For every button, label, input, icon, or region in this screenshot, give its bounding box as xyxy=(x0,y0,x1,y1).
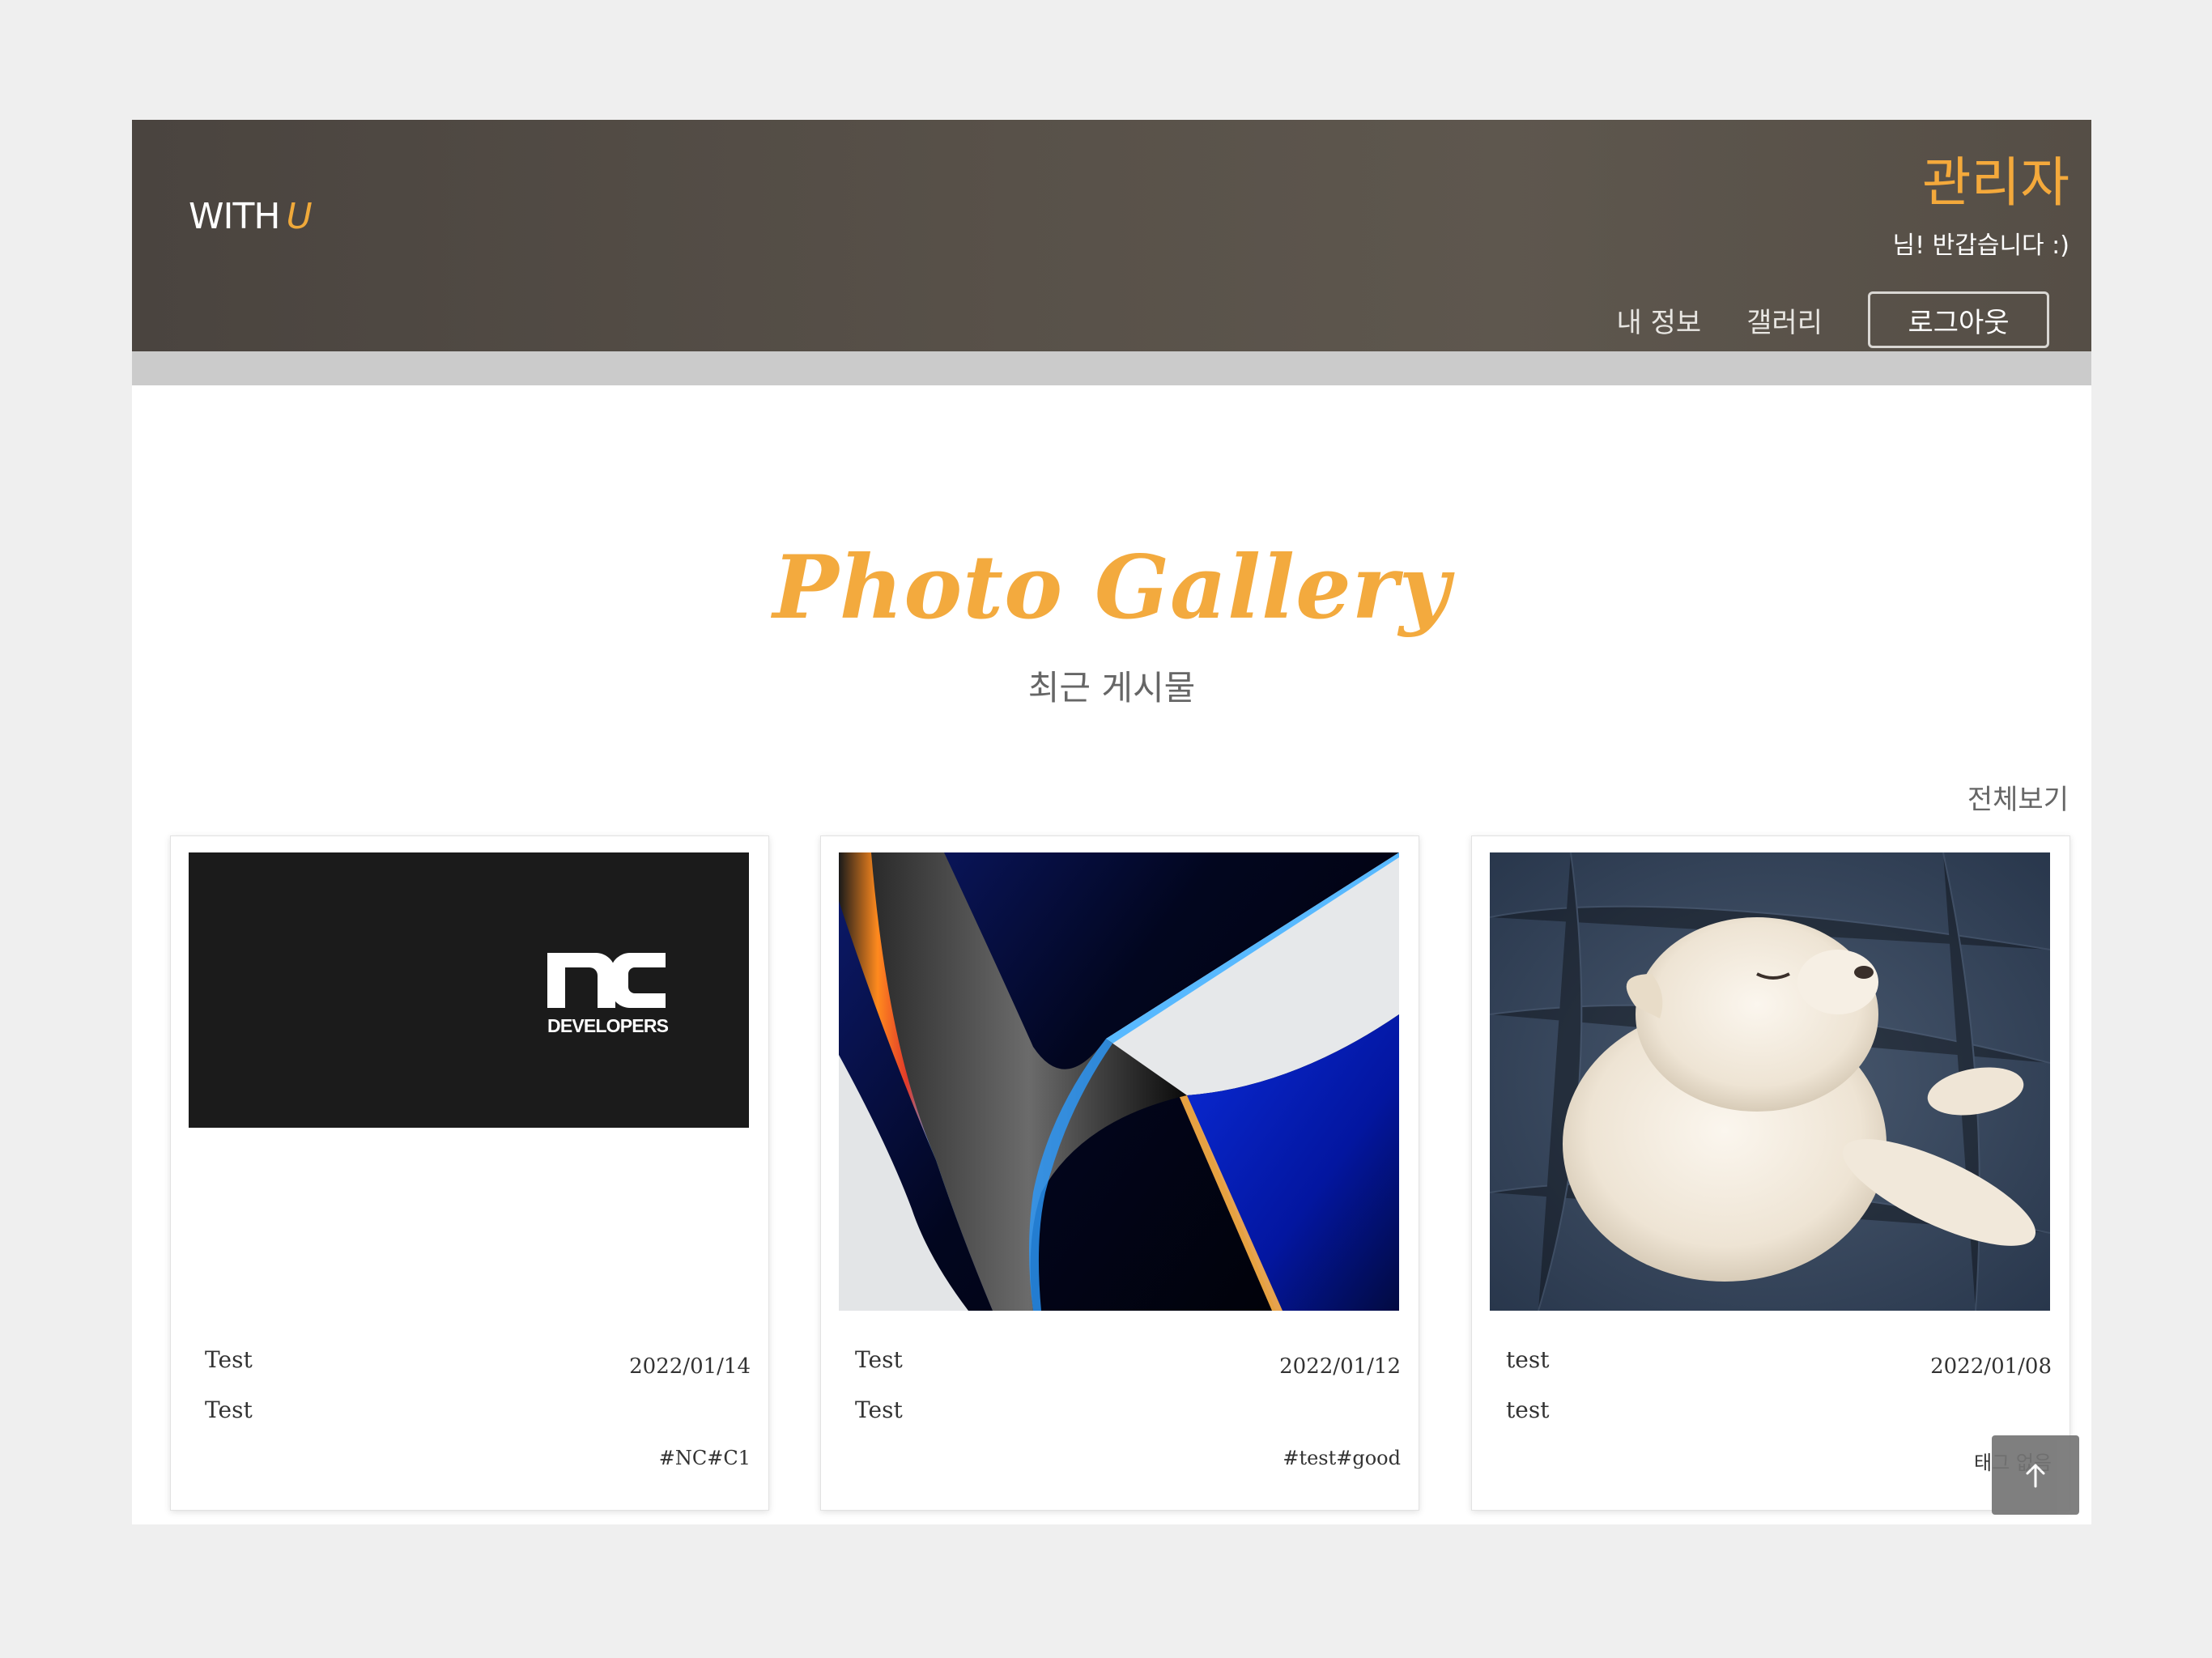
nc-developers-logo: DEVELOPERS xyxy=(189,852,749,1128)
post-content: test xyxy=(1506,1397,1550,1423)
arrow-up-icon xyxy=(2026,1464,2045,1488)
post-thumbnail-nc: DEVELOPERS xyxy=(189,852,749,1128)
post-content: Test xyxy=(205,1397,253,1423)
user-name: 관리자 xyxy=(1921,151,2069,214)
nav-my-info[interactable]: 내 정보 xyxy=(1617,300,1702,340)
nav-gallery[interactable]: 갤러리 xyxy=(1746,300,1823,340)
post-title: Test xyxy=(855,1346,903,1373)
post-date: 2022/01/12 xyxy=(1279,1354,1401,1379)
brand-accent: U xyxy=(286,196,312,237)
post-thumbnail-puppy xyxy=(1490,852,2050,1311)
site-header: WITH U 관리자 님! 반갑습니다 :) 내 정보 갤러리 로그아웃 xyxy=(132,120,2091,351)
section-subtitle: 최근 게시물 xyxy=(1027,668,1196,708)
post-date: 2022/01/08 xyxy=(1930,1354,2052,1379)
gallery-card[interactable]: test 2022/01/08 test 태그 없음 xyxy=(1471,835,2070,1511)
scroll-to-top-button[interactable] xyxy=(1992,1435,2079,1515)
logout-button[interactable]: 로그아웃 xyxy=(1868,291,2049,348)
abstract-wallpaper-image xyxy=(839,852,1399,1311)
post-tags: #NC#C1 xyxy=(658,1447,751,1469)
gallery-card[interactable]: Test 2022/01/12 Test #test#good xyxy=(820,835,1419,1511)
header-divider xyxy=(132,351,2091,385)
greeting-text: 님! 반갑습니다 :) xyxy=(1892,232,2069,260)
post-content: Test xyxy=(855,1397,903,1423)
sleeping-puppy-image xyxy=(1490,852,2050,1311)
post-date: 2022/01/14 xyxy=(629,1354,751,1379)
brand-main: WITH xyxy=(189,196,280,237)
post-thumbnail-abstract xyxy=(839,852,1399,1311)
post-title: test xyxy=(1506,1346,1550,1373)
post-title: Test xyxy=(205,1346,253,1373)
view-all-link[interactable]: 전체보기 xyxy=(1967,777,2069,817)
logo-text: DEVELOPERS xyxy=(547,1015,669,1036)
page-frame: WITH U 관리자 님! 반갑습니다 :) 내 정보 갤러리 로그아웃 Phot… xyxy=(132,120,2091,1524)
post-tags: #test#good xyxy=(1283,1447,1401,1469)
gallery-card[interactable]: DEVELOPERS Test 2022/01/14 Test #NC#C1 xyxy=(170,835,769,1511)
section-title: Photo Gallery xyxy=(772,537,1451,639)
brand-logo[interactable]: WITH U xyxy=(189,196,313,237)
header-nav: 내 정보 갤러리 로그아웃 xyxy=(1617,291,2049,348)
